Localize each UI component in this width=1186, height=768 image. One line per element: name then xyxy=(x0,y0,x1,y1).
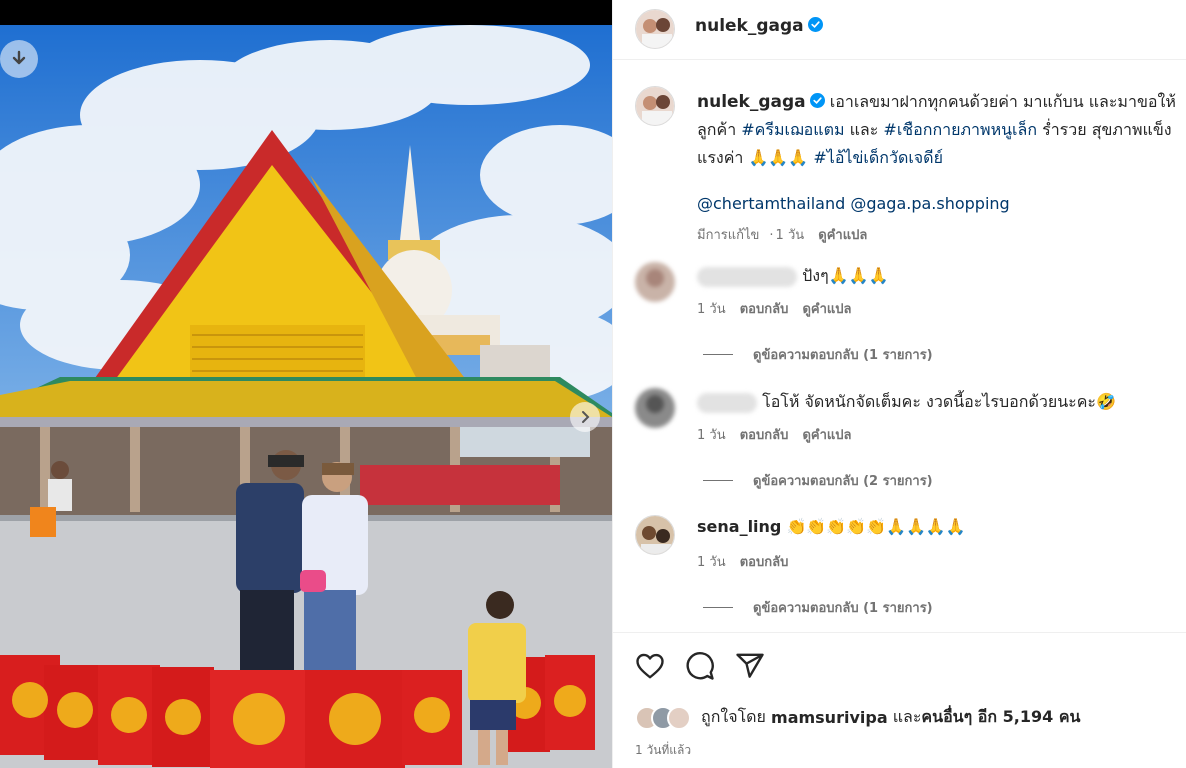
replies-divider xyxy=(703,607,733,608)
translate-button[interactable]: ดูคำแปล xyxy=(802,302,851,317)
caption-meta: มีการแก้ไข · 1 วัน ดูคำแปล xyxy=(697,228,868,243)
comment-time: 1 วัน xyxy=(697,555,726,570)
verified-badge-icon xyxy=(807,17,823,32)
liker-avatar xyxy=(667,705,691,730)
comments-list: nulek_gaga เอาเลขมาฝากทุกคนด้วยค่า มาแก้… xyxy=(613,66,1186,632)
liker-username[interactable]: mamsurivipa xyxy=(771,708,888,727)
post-info-panel: nulek_gaga nulek_gaga เอาเลขมาฝากทุกคนด้… xyxy=(612,0,1186,768)
verified-badge-icon xyxy=(809,93,825,108)
comment-icon[interactable] xyxy=(685,651,715,681)
caption-text: และ xyxy=(844,120,884,139)
comment-emojis: 👏👏👏👏👏🙏🙏🙏🙏 xyxy=(786,517,966,536)
view-replies-button[interactable]: ดูข้อความตอบกลับ (1 รายการ) xyxy=(703,597,933,618)
reply-button[interactable]: ตอบกลับ xyxy=(740,555,789,570)
post-photo xyxy=(0,25,612,768)
share-icon[interactable] xyxy=(735,651,765,681)
reply-button[interactable]: ตอบกลับ xyxy=(740,428,789,443)
likes-summary: ถูกใจโดย mamsurivipa และ คนอื่นๆ อีก 5,19… xyxy=(635,705,1080,730)
view-replies-label: ดูข้อความตอบกลับ (1 รายการ) xyxy=(753,601,933,616)
caption-author-avatar[interactable] xyxy=(635,86,675,126)
mention-link[interactable]: @gaga.pa.shopping xyxy=(850,194,1009,213)
comment-text: โอโห้ จัดหนักจัดเต็มคะ งวดนี้อะไรบอกด้วย… xyxy=(762,392,1097,411)
hashtag-link[interactable]: #ครีมเฌอแตม xyxy=(741,120,844,139)
post-actions: ถูกใจโดย mamsurivipa และ คนอื่นๆ อีก 5,19… xyxy=(613,632,1186,768)
commenter-avatar[interactable] xyxy=(635,515,675,555)
next-photo-button[interactable] xyxy=(570,402,600,432)
hashtag-link[interactable]: #ไอ้ไข่เด็กวัดเจดีย์ xyxy=(813,148,943,167)
post-header: nulek_gaga xyxy=(613,0,1186,60)
comment-text: ปังๆ xyxy=(802,266,829,285)
post-time-ago[interactable]: 1 วันที่แล้ว xyxy=(635,741,691,760)
caption-username[interactable]: nulek_gaga xyxy=(697,92,806,112)
view-replies-button[interactable]: ดูข้อความตอบกลับ (1 รายการ) xyxy=(703,344,933,365)
download-button[interactable] xyxy=(0,40,38,78)
comment-time: 1 วัน xyxy=(697,428,726,443)
post-media xyxy=(0,0,612,768)
comment-meta: 1 วัน ตอบกลับ xyxy=(697,551,798,572)
caption-emojis: 🙏🙏🙏 xyxy=(748,148,809,167)
comment-emojis: 🙏🙏🙏 xyxy=(828,266,889,285)
comment-emojis: 🤣 xyxy=(1096,392,1116,411)
media-top-bar xyxy=(0,0,612,25)
view-replies-label: ดูข้อความตอบกลับ (2 รายการ) xyxy=(753,474,933,489)
edited-label: มีการแก้ไข xyxy=(697,228,760,243)
replies-divider xyxy=(703,354,733,355)
comment-time: 1 วัน xyxy=(697,302,726,317)
translate-button[interactable]: ดูคำแปล xyxy=(818,228,867,243)
caption-time: 1 วัน xyxy=(775,228,805,243)
comment-meta: 1 วัน ตอบกลับ ดูคำแปล xyxy=(697,298,862,319)
post-caption: nulek_gaga เอาเลขมาฝากทุกคนด้วยค่า มาแก้… xyxy=(697,88,1183,250)
view-replies-label: ดูข้อความตอบกลับ (1 รายการ) xyxy=(753,348,933,363)
author-username[interactable]: nulek_gaga xyxy=(695,16,804,36)
chevron-right-icon xyxy=(582,411,590,423)
commenter-username[interactable]: sena_ling xyxy=(697,517,781,536)
mention-link[interactable]: @chertamthailand xyxy=(697,194,845,213)
author-avatar[interactable] xyxy=(635,9,675,49)
hashtag-link[interactable]: #เชือกกายภาพหนูเล็ก xyxy=(883,120,1037,139)
download-icon xyxy=(12,50,26,65)
commenter-avatar[interactable] xyxy=(635,262,675,302)
heart-icon[interactable] xyxy=(635,651,665,681)
view-replies-button[interactable]: ดูข้อความตอบกลับ (2 รายการ) xyxy=(703,470,933,491)
comment-meta: 1 วัน ตอบกลับ ดูคำแปล xyxy=(697,424,862,445)
likes-middle: และ xyxy=(892,707,922,726)
likes-prefix: ถูกใจโดย xyxy=(701,707,766,726)
reply-button[interactable]: ตอบกลับ xyxy=(740,302,789,317)
commenter-username-hidden xyxy=(697,392,757,413)
translate-button[interactable]: ดูคำแปล xyxy=(802,428,851,443)
commenter-username-hidden xyxy=(697,266,797,287)
liker-avatars xyxy=(635,705,691,730)
replies-divider xyxy=(703,480,733,481)
commenter-avatar[interactable] xyxy=(635,388,675,428)
likes-others-link[interactable]: คนอื่นๆ อีก 5,194 คน xyxy=(921,705,1080,730)
